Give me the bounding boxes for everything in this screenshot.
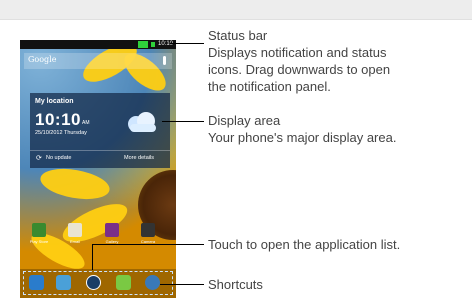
app-label: Play Store — [29, 239, 49, 244]
status-bar-title: Status bar — [208, 28, 268, 43]
header-rule — [0, 19, 472, 20]
status-bar-leader — [170, 43, 204, 44]
status-bar-desc-line: icons. Drag downwards to open — [208, 62, 391, 77]
weather-clock-widget[interactable]: My location 10:10 AM 25/10/2012 Thursday… — [30, 93, 170, 168]
shortcuts-highlight — [23, 271, 173, 295]
app-list-leader-vertical — [92, 244, 93, 270]
app-list-callout: Touch to open the application list. — [208, 237, 401, 252]
camera-icon — [141, 223, 155, 237]
status-bar-callout: Status bar Displays notification and sta… — [208, 27, 390, 95]
email-icon — [68, 223, 82, 237]
shortcuts-callout: Shortcuts — [208, 277, 263, 292]
google-search-bar[interactable]: Google — [24, 53, 172, 69]
status-bar-desc-line: the notification panel. — [208, 79, 331, 94]
status-bar[interactable]: 10:10 — [20, 40, 176, 49]
weather-cloud-icon — [128, 112, 156, 132]
widget-date: 25/10/2012 Thursday — [35, 130, 87, 136]
app-label: Email — [69, 239, 80, 244]
battery-icon — [151, 42, 155, 47]
widget-divider — [30, 150, 170, 151]
signal-icon — [138, 41, 148, 48]
shortcuts-leader — [160, 284, 204, 285]
display-area-callout: Display area Your phone's major display … — [208, 112, 396, 146]
widget-time: 10:10 — [35, 110, 81, 129]
widget-ampm: AM — [82, 120, 90, 126]
gallery-icon — [105, 223, 119, 237]
app-shortcut-play-store[interactable]: Play Store — [28, 223, 50, 244]
widget-no-update: No update — [46, 155, 72, 161]
app-shortcut-email[interactable]: Email — [64, 223, 86, 244]
display-area-title: Display area — [208, 113, 281, 128]
microphone-icon[interactable] — [163, 56, 166, 65]
page-header-band — [0, 0, 472, 20]
display-area-leader — [162, 121, 204, 122]
app-list-leader — [92, 244, 204, 245]
widget-location: My location — [35, 98, 74, 105]
display-area-desc: Your phone's major display area. — [208, 130, 397, 145]
play-store-icon — [32, 223, 46, 237]
phone-home-screen: 10:10 Google My location 10:10 AM 25/10/… — [20, 40, 176, 298]
widget-more-details[interactable]: More details — [124, 155, 154, 161]
refresh-icon[interactable]: ⟳ — [36, 154, 42, 162]
app-shortcut-camera[interactable]: Camera — [137, 223, 159, 244]
status-time: 10:10 — [157, 41, 173, 47]
status-bar-desc-line: Displays notification and status — [208, 45, 387, 60]
app-shortcut-gallery[interactable]: Gallery — [101, 223, 123, 244]
google-label: Google — [28, 55, 57, 64]
